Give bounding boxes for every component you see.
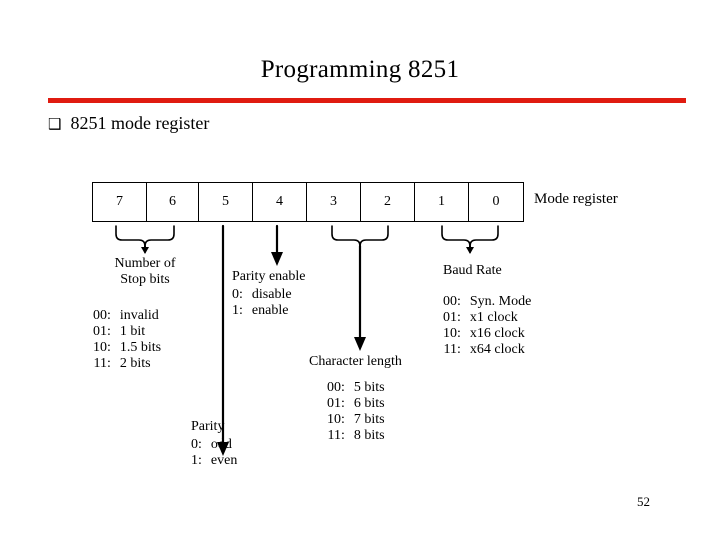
bullet-item-label: 8251 mode register xyxy=(70,113,210,133)
list-item: 10: 7 bits xyxy=(327,412,385,428)
baud-rate-val-3: x64 clock xyxy=(469,342,525,357)
stop-bits-key-1: 01: xyxy=(93,324,111,339)
list-item: 01: 1 bit xyxy=(93,324,161,340)
list-item: 10: 1.5 bits xyxy=(93,340,161,356)
stop-bits-heading-line2: Stop bits xyxy=(120,272,170,287)
parity-val-0: odd xyxy=(210,437,232,452)
character-length-heading: Character length xyxy=(309,354,402,369)
list-item: 11: x64 clock xyxy=(443,342,531,358)
baud-rate-value-list: 00: Syn. Mode 01: x1 clock 10: x16 clock… xyxy=(443,294,531,358)
bit-cell-4: 4 xyxy=(253,183,307,221)
parity-enable-heading: Parity enable xyxy=(232,269,306,284)
bit-cell-2: 2 xyxy=(361,183,415,221)
annotation-parity-enable: Parity enable 0: disable 1: enable xyxy=(232,269,305,319)
parity-key-0: 0: xyxy=(191,437,202,452)
stop-bits-key-2: 10: xyxy=(93,340,111,355)
bit-cell-3: 3 xyxy=(307,183,361,221)
stop-bits-key-3: 11: xyxy=(93,356,111,371)
parity-enable-val-1: enable xyxy=(251,303,289,318)
parity-enable-key-0: 0: xyxy=(232,287,243,302)
list-item: 00: Syn. Mode xyxy=(443,294,531,310)
list-item: 0: odd xyxy=(191,437,237,453)
list-item: 00: 5 bits xyxy=(327,380,385,396)
list-item: 01: 6 bits xyxy=(327,396,385,412)
parity-heading: Parity xyxy=(191,419,225,434)
bit-cell-0: 0 xyxy=(469,183,524,221)
stop-bits-value-list: 00: invalid 01: 1 bit 10: 1.5 bits 11: 2… xyxy=(93,308,161,372)
bit-cell-7: 7 xyxy=(93,183,147,221)
list-item: 0: disable xyxy=(232,287,292,303)
bit-cell-6: 6 xyxy=(147,183,199,221)
baud-rate-val-1: x1 clock xyxy=(469,310,518,325)
parity-val-1: even xyxy=(210,453,238,468)
hollow-square-bullet-icon: ❑ xyxy=(48,115,62,133)
stop-bits-key-0: 00: xyxy=(93,308,111,323)
list-item: 1: enable xyxy=(232,303,292,319)
character-length-key-3: 11: xyxy=(327,428,345,443)
page-title: Programming 8251 xyxy=(260,56,460,83)
list-item: 11: 2 bits xyxy=(93,356,161,372)
stop-bits-val-1: 1 bit xyxy=(119,324,146,339)
page-number: 52 xyxy=(637,494,650,509)
stop-bits-heading: Number of Stop bits xyxy=(93,256,197,288)
character-length-value-list: 00: 5 bits 01: 6 bits 10: 7 bits 11: 8 b… xyxy=(327,380,385,444)
list-item: 00: invalid xyxy=(93,308,161,324)
character-length-val-3: 8 bits xyxy=(353,428,385,443)
title-divider-rule xyxy=(48,98,686,103)
parity-enable-value-list: 0: disable 1: enable xyxy=(232,287,292,319)
mode-register-label: Mode register xyxy=(534,191,618,207)
character-length-key-0: 00: xyxy=(327,380,345,395)
stop-bits-heading-line1: Number of xyxy=(114,256,176,271)
baud-rate-val-2: x16 clock xyxy=(469,326,525,341)
bit-cell-5: 5 xyxy=(199,183,253,221)
list-item: 1: even xyxy=(191,453,237,469)
annotation-stop-bits: Number of Stop bits 00: invalid 01: 1 bi… xyxy=(93,256,197,371)
baud-rate-key-2: 10: xyxy=(443,326,461,341)
slide: Programming 8251 ❑ 8251 mode register 7 … xyxy=(0,0,720,540)
annotation-baud-rate: Baud Rate 00: Syn. Mode 01: x1 clock 10:… xyxy=(443,263,531,357)
baud-rate-val-0: Syn. Mode xyxy=(469,294,532,309)
bullet-item: ❑ 8251 mode register xyxy=(48,113,209,134)
baud-rate-key-3: 11: xyxy=(443,342,461,357)
parity-key-1: 1: xyxy=(191,453,202,468)
stop-bits-val-3: 2 bits xyxy=(119,356,151,371)
character-length-val-0: 5 bits xyxy=(353,380,385,395)
annotation-parity: Parity 0: odd 1: even xyxy=(191,419,237,469)
list-item: 11: 8 bits xyxy=(327,428,385,444)
bit-cell-1: 1 xyxy=(415,183,469,221)
baud-rate-heading: Baud Rate xyxy=(443,263,502,278)
parity-enable-key-1: 1: xyxy=(232,303,243,318)
baud-rate-key-0: 00: xyxy=(443,294,461,309)
character-length-val-1: 6 bits xyxy=(353,396,385,411)
character-length-val-2: 7 bits xyxy=(353,412,385,427)
mode-register-bit-table: 7 6 5 4 3 2 1 0 xyxy=(92,182,524,222)
parity-value-list: 0: odd 1: even xyxy=(191,437,237,469)
parity-enable-val-0: disable xyxy=(251,287,292,302)
stop-bits-val-0: invalid xyxy=(119,308,159,323)
stop-bits-val-2: 1.5 bits xyxy=(119,340,162,355)
annotation-character-length: Character length 00: 5 bits 01: 6 bits 1… xyxy=(309,354,402,443)
list-item: 10: x16 clock xyxy=(443,326,531,342)
character-length-key-1: 01: xyxy=(327,396,345,411)
baud-rate-key-1: 01: xyxy=(443,310,461,325)
list-item: 01: x1 clock xyxy=(443,310,531,326)
character-length-key-2: 10: xyxy=(327,412,345,427)
